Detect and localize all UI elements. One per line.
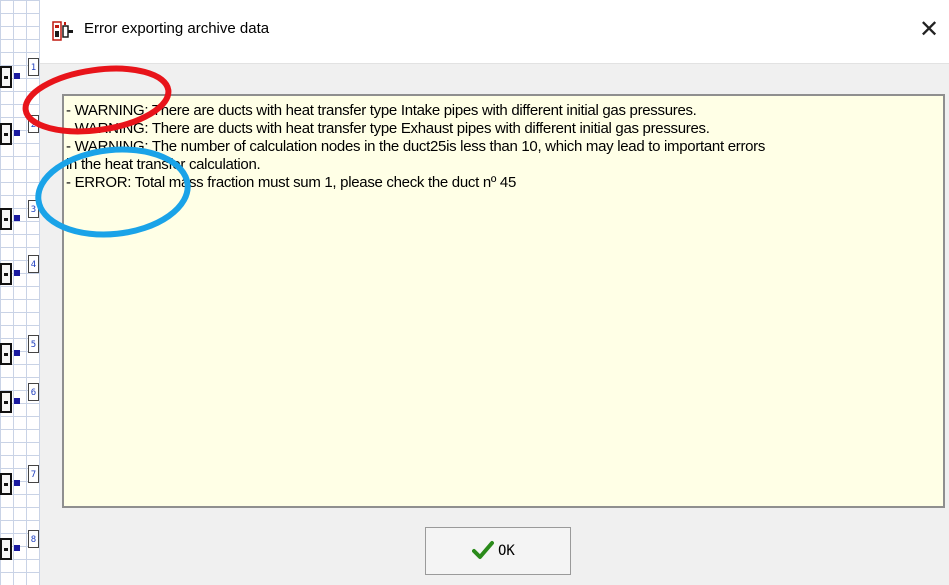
- dialog-title: Error exporting archive data: [84, 20, 270, 37]
- duct-node-number: 2: [28, 115, 39, 133]
- message-line: - WARNING: There are ducts with heat tra…: [66, 120, 710, 137]
- duct-node-number: 7: [28, 465, 39, 483]
- duct-node: 2: [0, 115, 39, 155]
- duct-node-icon: [0, 538, 12, 560]
- duct-node-number: 6: [28, 383, 39, 401]
- message-line: - WARNING: There are ducts with heat tra…: [66, 102, 697, 119]
- message-list: - WARNING: There are ducts with heat tra…: [62, 94, 945, 508]
- duct-node: 7: [0, 465, 39, 505]
- duct-node-number: 1: [28, 58, 39, 76]
- background-diagram-canvas: 1 2 3 4 5 6 7 8: [0, 0, 41, 585]
- message-line: - WARNING: The number of calculation nod…: [66, 138, 766, 155]
- close-icon: ✕: [918, 16, 940, 43]
- app-logo-icon: [52, 21, 74, 41]
- dialog-titlebar[interactable]: Error exporting archive data ✕: [40, 0, 949, 64]
- duct-node: 4: [0, 255, 39, 295]
- close-button[interactable]: ✕: [911, 8, 947, 52]
- message-line: - ERROR: Total mass fraction must sum 1,…: [66, 174, 516, 191]
- duct-node-icon: [0, 263, 12, 285]
- duct-node: 8: [0, 530, 39, 570]
- message-line: in the heat transfer calculation.: [66, 156, 261, 173]
- duct-node: 6: [0, 383, 39, 423]
- checkmark-icon: [472, 540, 494, 560]
- duct-node: 3: [0, 200, 39, 240]
- duct-node-number: 4: [28, 255, 39, 273]
- duct-node: 5: [0, 335, 39, 375]
- duct-node-icon: [0, 391, 12, 413]
- duct-node-icon: [0, 123, 12, 145]
- duct-node-number: 5: [28, 335, 39, 353]
- duct-node-number: 3: [28, 200, 39, 218]
- duct-node-number: 8: [28, 530, 39, 548]
- duct-node-icon: [0, 473, 12, 495]
- duct-node: 1: [0, 58, 39, 98]
- ok-button[interactable]: OK: [425, 527, 571, 575]
- duct-node-icon: [0, 343, 12, 365]
- ok-button-label: OK: [498, 543, 515, 559]
- duct-node-icon: [0, 208, 12, 230]
- duct-node-icon: [0, 66, 12, 88]
- error-dialog: Error exporting archive data ✕ - WARNING…: [40, 0, 949, 585]
